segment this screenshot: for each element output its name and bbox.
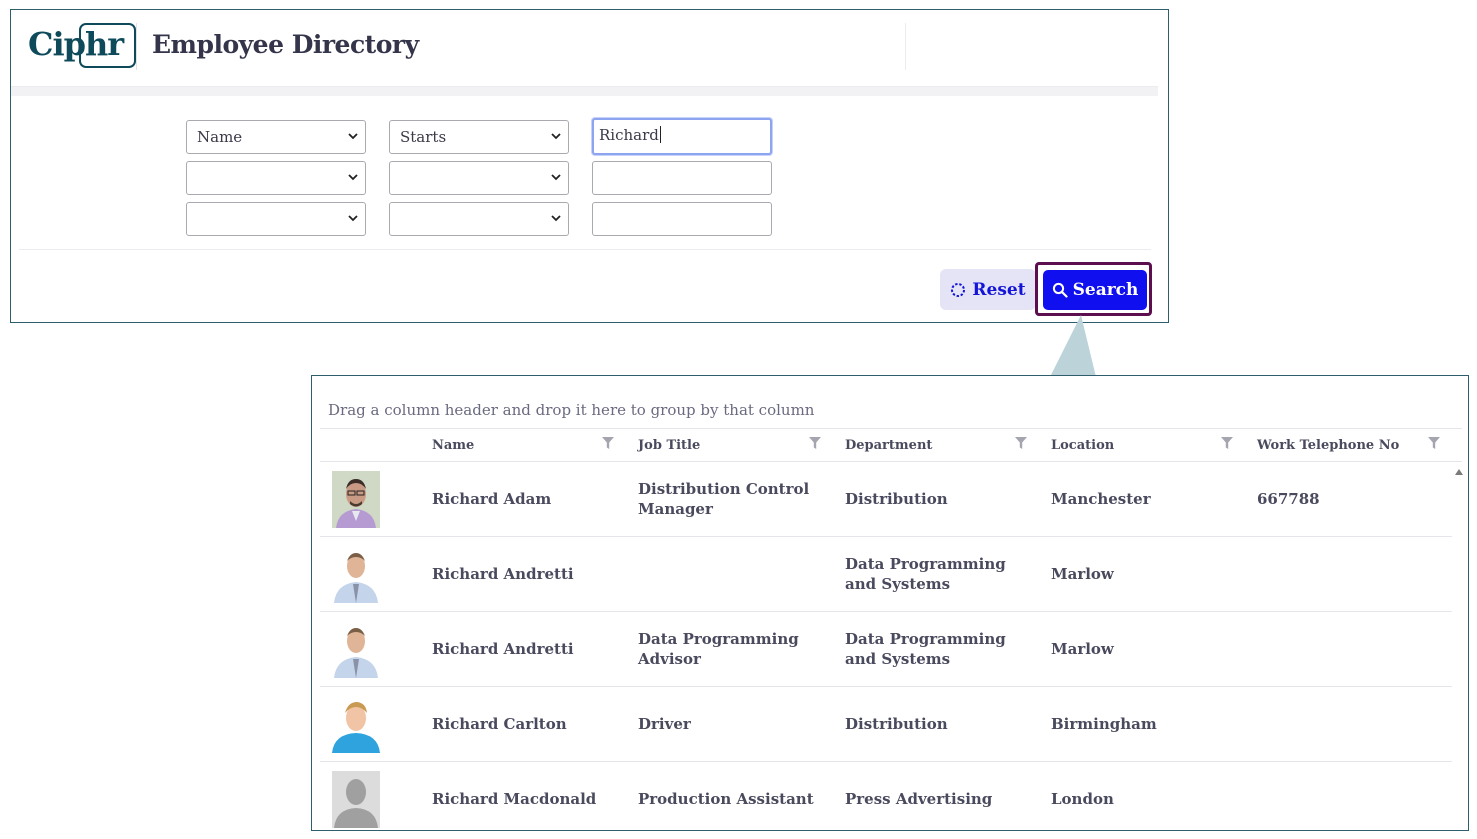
- app-header: Ciphr Employee Directory: [11, 10, 1158, 87]
- search-button[interactable]: Search: [1043, 270, 1147, 310]
- filter-icon[interactable]: [1015, 437, 1027, 449]
- field-select-3[interactable]: [186, 202, 366, 236]
- column-header-location[interactable]: Location: [1051, 438, 1114, 453]
- chevron-down-icon: [348, 174, 358, 181]
- reset-button[interactable]: Reset: [940, 269, 1036, 310]
- column-header-work-telephone[interactable]: Work Telephone No: [1257, 438, 1399, 453]
- cell-job-title: Production Assistant: [638, 790, 814, 808]
- search-value-text: Richard: [599, 126, 659, 144]
- header-separator: [11, 87, 1158, 96]
- cell-name[interactable]: Richard Andretti: [432, 639, 612, 659]
- filter-icon[interactable]: [1428, 437, 1440, 449]
- operator-select-2[interactable]: [389, 161, 569, 195]
- cell-location: Birmingham: [1051, 715, 1157, 733]
- operator-select-3[interactable]: [389, 202, 569, 236]
- callout-pointer: [1050, 315, 1096, 377]
- cell-location: Marlow: [1051, 565, 1114, 583]
- cell-job-title: Driver: [638, 715, 691, 733]
- search-icon: [1052, 282, 1068, 298]
- group-by-drop-zone[interactable]: Drag a column header and drop it here to…: [328, 401, 814, 419]
- column-header-department[interactable]: Department: [845, 438, 932, 453]
- form-divider: [19, 249, 1151, 250]
- search-value-input-2[interactable]: [592, 161, 772, 195]
- page-title: Employee Directory: [152, 30, 419, 59]
- employee-photo: [332, 471, 380, 528]
- employee-photo: [332, 621, 380, 678]
- grid-header: Name Job Title Department Location Work …: [320, 429, 1462, 462]
- cell-work-telephone: 667788: [1257, 490, 1320, 508]
- chevron-down-icon: [551, 133, 561, 140]
- reset-icon: [951, 282, 966, 297]
- operator-select-value: Starts: [400, 128, 447, 146]
- ciphr-logo: Ciphr: [26, 22, 136, 70]
- field-select-2[interactable]: [186, 161, 366, 195]
- search-panel: Ciphr Employee Directory Name Starts Ric…: [10, 9, 1169, 323]
- search-value-input-3[interactable]: [592, 202, 772, 236]
- filter-icon[interactable]: [809, 437, 821, 449]
- cell-name[interactable]: Richard Carlton: [432, 714, 612, 734]
- field-select-1[interactable]: Name: [186, 120, 366, 154]
- cell-job-title: Distribution Control Manager: [638, 480, 810, 518]
- cell-location: London: [1051, 790, 1114, 808]
- column-header-name[interactable]: Name: [432, 438, 474, 453]
- text-caret: [659, 126, 661, 143]
- header-divider: [905, 23, 906, 70]
- filter-icon[interactable]: [1221, 437, 1233, 449]
- table-row[interactable]: Richard Carlton Driver Distribution Birm…: [320, 687, 1452, 762]
- cell-name[interactable]: Richard Macdonald: [432, 789, 612, 809]
- cell-location: Marlow: [1051, 640, 1114, 658]
- results-panel: Drag a column header and drop it here to…: [311, 375, 1469, 831]
- cell-department: Distribution: [845, 490, 948, 508]
- vertical-scrollbar[interactable]: [1450, 464, 1468, 831]
- search-button-label: Search: [1072, 280, 1139, 300]
- reset-button-label: Reset: [972, 279, 1026, 300]
- cell-department: Distribution: [845, 715, 948, 733]
- operator-select-1[interactable]: Starts: [389, 120, 569, 154]
- cell-location: Manchester: [1051, 490, 1151, 508]
- cell-department: Press Advertising: [845, 790, 993, 808]
- table-row[interactable]: Richard Adam Distribution Control Manage…: [320, 462, 1452, 537]
- chevron-down-icon: [348, 215, 358, 222]
- field-select-value: Name: [197, 128, 243, 146]
- employee-photo: [332, 696, 380, 753]
- employee-photo: [332, 546, 380, 603]
- search-value-input-1[interactable]: Richard: [592, 118, 772, 155]
- logo-text: Ciphr: [28, 25, 124, 63]
- column-header-job-title[interactable]: Job Title: [638, 438, 700, 453]
- filter-icon[interactable]: [602, 437, 614, 449]
- header-divider: [136, 23, 137, 70]
- cell-name[interactable]: Richard Adam: [432, 489, 612, 509]
- cell-department: Data Programming and Systems: [845, 555, 1006, 593]
- table-row[interactable]: Richard Andretti Data Programming Adviso…: [320, 612, 1452, 687]
- scroll-up-arrow-icon[interactable]: [1455, 469, 1463, 475]
- chevron-down-icon: [551, 174, 561, 181]
- chevron-down-icon: [348, 133, 358, 140]
- table-row[interactable]: Richard Macdonald Production Assistant P…: [320, 762, 1452, 830]
- avatar-placeholder-icon: [332, 771, 380, 828]
- cell-department: Data Programming and Systems: [845, 630, 1006, 668]
- cell-name[interactable]: Richard Andretti: [432, 564, 612, 584]
- chevron-down-icon: [551, 215, 561, 222]
- table-row[interactable]: Richard Andretti Data Programming and Sy…: [320, 537, 1452, 612]
- cell-job-title: Data Programming Advisor: [638, 630, 799, 668]
